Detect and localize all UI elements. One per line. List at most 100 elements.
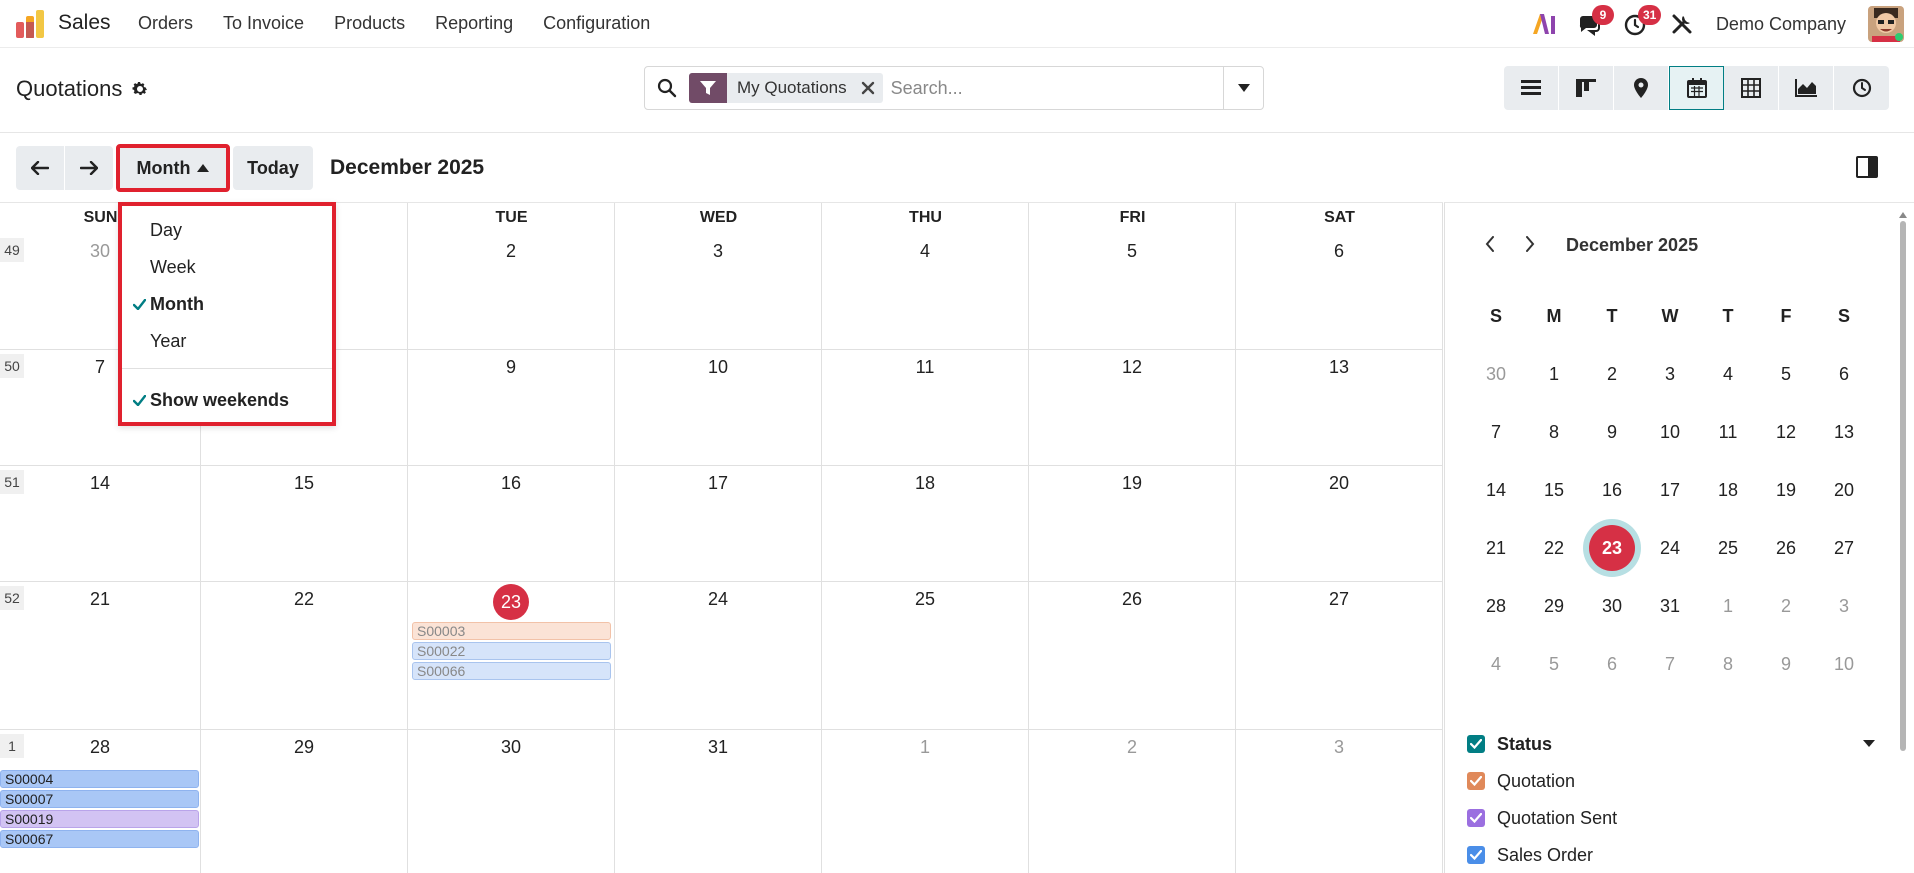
mini-day[interactable]: 6	[1583, 635, 1641, 693]
mini-day[interactable]: 14	[1467, 461, 1525, 519]
calendar-event[interactable]: S00022	[412, 642, 611, 660]
mini-day[interactable]: 15	[1525, 461, 1583, 519]
calendar-day-cell[interactable]: 31	[615, 730, 822, 873]
calendar-day-cell[interactable]: 2	[1029, 730, 1236, 873]
mini-day[interactable]: 31	[1641, 577, 1699, 635]
mini-day[interactable]: 4	[1699, 345, 1757, 403]
sales-app-icon[interactable]	[14, 8, 46, 40]
gear-icon[interactable]	[131, 80, 149, 98]
mini-day[interactable]: 10	[1815, 635, 1873, 693]
app-name[interactable]: Sales	[58, 11, 111, 35]
menu-to-invoice[interactable]: To Invoice	[223, 13, 304, 34]
mini-day[interactable]: 6	[1815, 345, 1873, 403]
show-weekends-toggle[interactable]: Show weekends	[122, 382, 332, 418]
mini-day[interactable]: 26	[1757, 519, 1815, 577]
graph-view-button[interactable]	[1779, 66, 1834, 110]
filter-sales-order[interactable]: Sales Order	[1467, 843, 1593, 867]
mini-day[interactable]: 1	[1699, 577, 1757, 635]
calendar-day-cell[interactable]: 26	[1029, 582, 1236, 729]
mini-day[interactable]: 22	[1525, 519, 1583, 577]
calendar-day-cell[interactable]: 9	[408, 350, 615, 465]
menu-products[interactable]: Products	[334, 13, 405, 34]
mini-day[interactable]: 30	[1583, 577, 1641, 635]
mini-day[interactable]: 7	[1641, 635, 1699, 693]
remove-facet-icon[interactable]	[857, 73, 879, 103]
checkbox-checked-icon[interactable]	[1467, 735, 1485, 753]
calendar-day-cell[interactable]: 19	[1029, 466, 1236, 581]
mini-day[interactable]: 3	[1641, 345, 1699, 403]
calendar-day-cell[interactable]: 14	[0, 466, 201, 581]
scrollbar-thumb[interactable]	[1900, 221, 1906, 751]
side-panel-toggle-icon[interactable]	[1856, 156, 1878, 178]
mini-day[interactable]: 25	[1699, 519, 1757, 577]
previous-button[interactable]	[16, 146, 64, 190]
calendar-day-cell[interactable]: 27	[1236, 582, 1443, 729]
mini-day[interactable]: 18	[1699, 461, 1757, 519]
menu-reporting[interactable]: Reporting	[435, 13, 513, 34]
mini-day[interactable]: 2	[1757, 577, 1815, 635]
next-button[interactable]	[65, 146, 113, 190]
list-view-button[interactable]	[1504, 66, 1559, 110]
menu-orders[interactable]: Orders	[138, 13, 193, 34]
calendar-day-cell[interactable]: 30	[408, 730, 615, 873]
mini-day[interactable]: 10	[1641, 403, 1699, 461]
filter-quotation-sent[interactable]: Quotation Sent	[1467, 806, 1617, 830]
calendar-day-cell[interactable]: 22	[201, 582, 408, 729]
mini-day[interactable]: 21	[1467, 519, 1525, 577]
calendar-event[interactable]: S00007	[0, 790, 199, 808]
mini-day[interactable]: 12	[1757, 403, 1815, 461]
scroll-up-icon[interactable]	[1898, 210, 1908, 220]
filter-group-status[interactable]: Status	[1467, 732, 1552, 756]
search-input[interactable]	[890, 77, 1211, 99]
mini-day[interactable]: 5	[1525, 635, 1583, 693]
calendar-day-cell[interactable]: 24	[615, 582, 822, 729]
calendar-event[interactable]: S00067	[0, 830, 199, 848]
activity-clock-icon[interactable]: 31	[1620, 5, 1662, 40]
scale-dropdown-button[interactable]: Month	[116, 144, 230, 192]
mini-day[interactable]: 8	[1525, 403, 1583, 461]
calendar-day-cell[interactable]: 13	[1236, 350, 1443, 465]
menu-configuration[interactable]: Configuration	[543, 13, 650, 34]
tools-icon[interactable]	[1666, 8, 1698, 40]
calendar-day-cell[interactable]: 12	[1029, 350, 1236, 465]
calendar-day-cell[interactable]: 3	[615, 203, 822, 349]
calendar-day-cell[interactable]: 28 S00004 S00007 S00019 S00067	[0, 730, 201, 873]
side-panel-scrollbar[interactable]	[1898, 207, 1908, 753]
calendar-day-cell-today[interactable]: 23 S00003 S00022 S00066	[408, 582, 615, 729]
activity-view-button[interactable]	[1834, 66, 1889, 110]
calendar-day-cell[interactable]: 6	[1236, 203, 1443, 349]
mini-day[interactable]: 3	[1815, 577, 1873, 635]
scale-option-year[interactable]: Year	[122, 323, 332, 359]
mini-day[interactable]: 13	[1815, 403, 1873, 461]
calendar-day-cell[interactable]: 15	[201, 466, 408, 581]
mini-day[interactable]: 16	[1583, 461, 1641, 519]
mini-next-button[interactable]	[1519, 233, 1541, 255]
scale-option-month[interactable]: Month	[122, 286, 332, 322]
calendar-day-cell[interactable]: 16	[408, 466, 615, 581]
company-switcher[interactable]: Demo Company	[1716, 14, 1846, 35]
calendar-day-cell[interactable]: 17	[615, 466, 822, 581]
checkbox-checked-icon[interactable]	[1467, 772, 1485, 790]
mini-day[interactable]: 29	[1525, 577, 1583, 635]
mini-day[interactable]: 9	[1583, 403, 1641, 461]
scale-option-day[interactable]: Day	[122, 212, 332, 248]
scale-option-week[interactable]: Week	[122, 249, 332, 285]
calendar-day-cell[interactable]: 20	[1236, 466, 1443, 581]
calendar-day-cell[interactable]: 3	[1236, 730, 1443, 873]
calendar-day-cell[interactable]: 5	[1029, 203, 1236, 349]
calendar-event[interactable]: S00019	[0, 810, 199, 828]
calendar-event[interactable]: S00066	[412, 662, 611, 680]
map-view-button[interactable]	[1614, 66, 1669, 110]
calendar-day-cell[interactable]: 21	[0, 582, 201, 729]
mini-day[interactable]: 24	[1641, 519, 1699, 577]
calendar-event[interactable]: S00003	[412, 622, 611, 640]
mini-day[interactable]: 28	[1467, 577, 1525, 635]
mini-day[interactable]: 8	[1699, 635, 1757, 693]
mini-day[interactable]: 4	[1467, 635, 1525, 693]
mini-day[interactable]: 30	[1467, 345, 1525, 403]
search-icon[interactable]	[645, 67, 689, 109]
mini-day[interactable]: 2	[1583, 345, 1641, 403]
calendar-day-cell[interactable]: 2	[408, 203, 615, 349]
mini-day[interactable]: 27	[1815, 519, 1873, 577]
today-button[interactable]: Today	[233, 146, 313, 190]
